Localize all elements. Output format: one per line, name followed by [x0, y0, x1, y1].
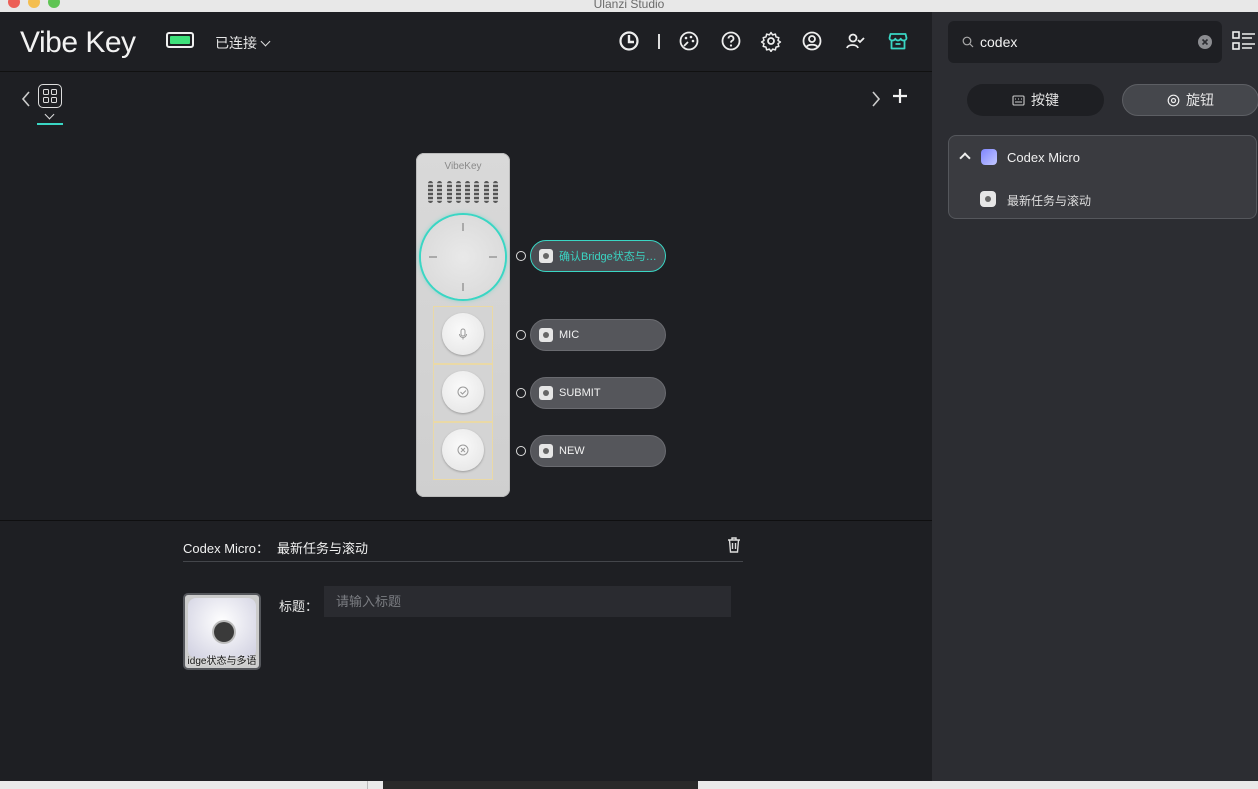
battery-icon — [166, 32, 194, 48]
slot-label: MIC — [559, 329, 580, 341]
window-title: Ulanzi Studio — [593, 0, 665, 11]
connection-dropdown[interactable]: 已连接 — [215, 33, 271, 53]
window-titlebar: Ulanzi Studio — [0, 0, 1258, 12]
connection-status: 已连接 — [215, 35, 257, 51]
keyboard-icon — [1012, 94, 1025, 106]
key-slot-pill[interactable]: NEW — [530, 435, 666, 467]
slot-connector — [516, 330, 526, 340]
device-key-mic[interactable] — [433, 306, 493, 364]
codex-plugin-icon — [981, 149, 997, 165]
slot-label: SUBMIT — [559, 387, 601, 399]
chevron-left-icon[interactable] — [20, 90, 32, 108]
close-circle-icon — [457, 444, 469, 456]
panel-divider — [0, 520, 932, 521]
profile-switch-icon[interactable] — [618, 30, 640, 52]
slot-connector — [516, 446, 526, 456]
device-grille — [428, 181, 498, 203]
tab-knob[interactable]: 旋钮 — [1122, 84, 1258, 116]
search-input[interactable] — [980, 29, 1190, 55]
slot-connector — [516, 251, 526, 261]
community-icon[interactable] — [844, 30, 866, 52]
search-box[interactable] — [948, 21, 1222, 63]
tab-knob-label: 旋钮 — [1186, 92, 1214, 108]
tab-keys-label: 按键 — [1031, 92, 1059, 108]
plugin-action-item[interactable]: 最新任务与滚动 — [1007, 192, 1091, 209]
action-icon — [539, 249, 553, 263]
trash-icon[interactable] — [726, 536, 742, 554]
key-slot-pill[interactable]: MIC — [530, 319, 666, 351]
plugin-name: Codex Micro — [1007, 150, 1080, 165]
header-separator — [658, 34, 660, 49]
plugin-group-codex-micro[interactable]: Codex Micro 最新任务与滚动 — [948, 135, 1257, 219]
slot-label: NEW — [559, 445, 585, 457]
chevron-down-icon — [260, 36, 271, 47]
action-thumbnail[interactable]: idge状态与多语 — [183, 593, 261, 670]
key-slot-pill[interactable]: SUBMIT — [530, 377, 666, 409]
title-label: 标题： — [279, 599, 319, 614]
detail-header: Codex Micro： 最新任务与滚动 — [183, 538, 368, 557]
account-icon[interactable] — [801, 30, 823, 52]
thumbnail-caption: idge状态与多语 — [187, 656, 257, 667]
chevron-up-icon[interactable] — [959, 152, 971, 164]
knob-icon — [1167, 94, 1180, 106]
title-input[interactable] — [324, 586, 731, 617]
detail-divider — [183, 561, 743, 562]
add-page-icon[interactable] — [890, 86, 910, 106]
help-icon[interactable] — [720, 30, 742, 52]
app-logo: Vibe Key — [20, 26, 136, 59]
detail-action-name: 最新任务与滚动 — [276, 541, 368, 556]
palette-icon[interactable] — [678, 30, 700, 52]
action-icon — [539, 328, 553, 342]
clear-search-icon[interactable] — [1198, 35, 1212, 49]
list-view-icon[interactable] — [1232, 30, 1256, 52]
device-knob[interactable] — [421, 215, 505, 299]
page-grid-button[interactable] — [38, 84, 62, 108]
search-icon — [962, 36, 974, 48]
microphone-icon — [459, 328, 467, 340]
vibekey-device: VibeKey — [416, 153, 510, 497]
slot-label: 确认Bridge状态与… — [559, 251, 657, 263]
action-icon — [539, 386, 553, 400]
device-key-submit[interactable] — [433, 364, 493, 422]
tab-keys[interactable]: 按键 — [967, 84, 1104, 116]
chevron-right-icon[interactable] — [870, 90, 882, 108]
store-icon[interactable] — [887, 30, 909, 52]
main-panel: Vibe Key 已连接 VibeKey 确认Bridge状态与… MIC SU… — [0, 12, 932, 781]
chevron-down-icon[interactable] — [44, 109, 55, 120]
slot-connector — [516, 388, 526, 398]
action-icon — [980, 191, 996, 207]
device-brand: VibeKey — [444, 161, 482, 172]
knob-slot-pill[interactable]: 确认Bridge状态与… — [530, 240, 666, 272]
action-icon — [539, 444, 553, 458]
gear-icon[interactable] — [760, 30, 782, 53]
device-key-new[interactable] — [433, 422, 493, 480]
check-circle-icon — [457, 386, 469, 398]
app-header: Vibe Key 已连接 — [0, 12, 932, 72]
bottom-dock-strip — [0, 781, 1258, 789]
page-indicator — [37, 123, 63, 125]
action-sidebar: 按键 旋钮 Codex Micro 最新任务与滚动 — [932, 12, 1258, 781]
detail-plugin-name: Codex Micro： — [183, 541, 269, 556]
